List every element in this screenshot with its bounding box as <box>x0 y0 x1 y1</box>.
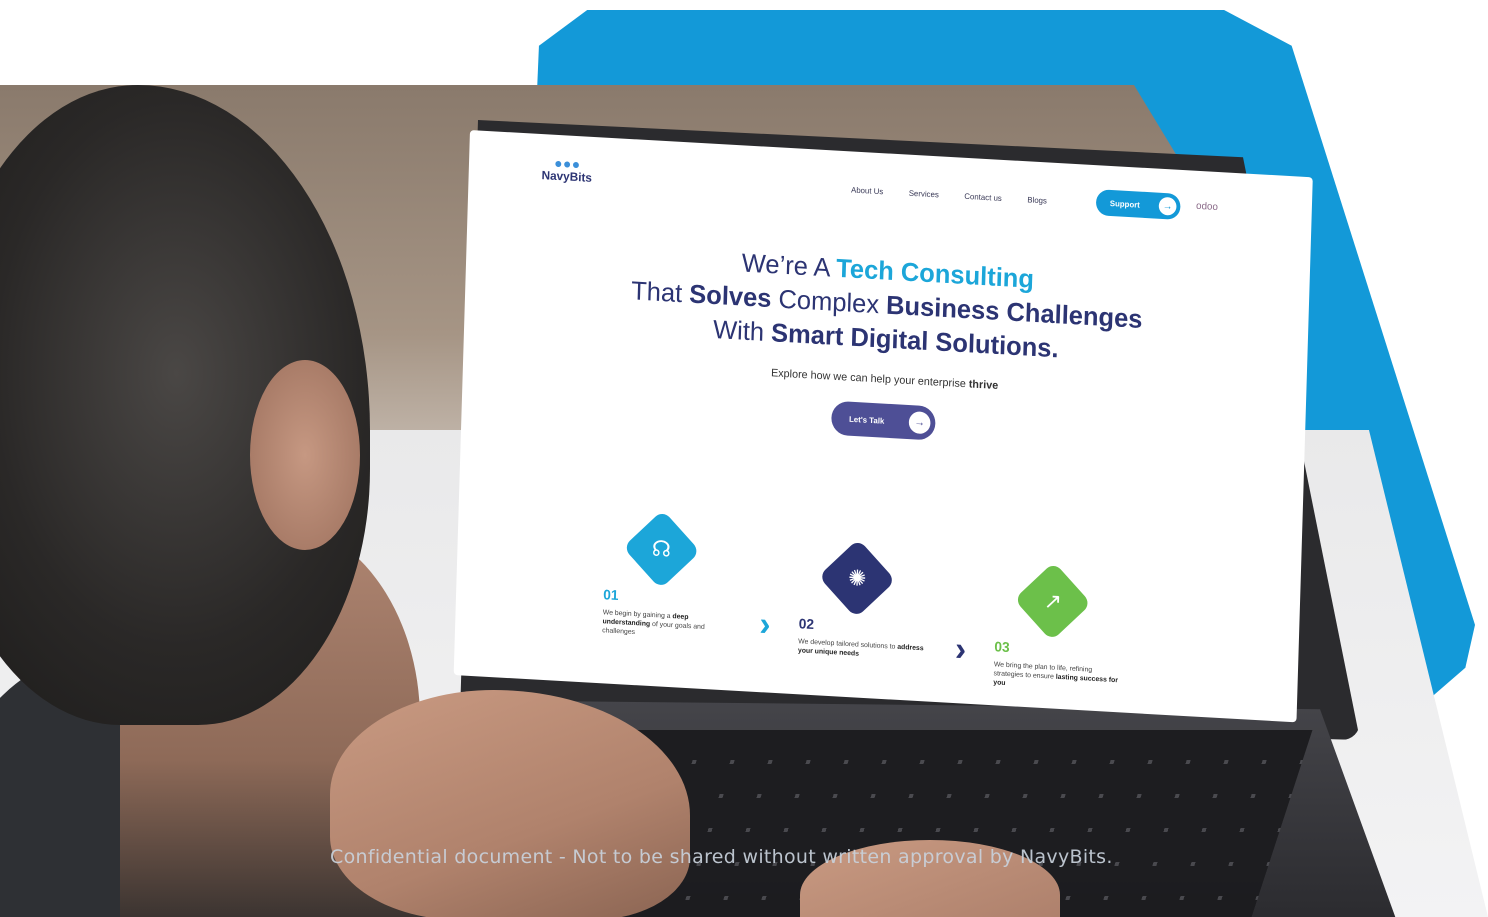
bulb-icon: ✺ <box>818 538 896 619</box>
arrow-right-icon: → <box>908 411 931 435</box>
step-description: We begin by gaining a deep understanding… <box>602 609 705 637</box>
step-01: ☊ 01 We begin by gaining a deep understa… <box>602 509 753 643</box>
step-number: 01 <box>603 586 619 604</box>
step-description: We bring the plan to life, refining stra… <box>993 661 1119 687</box>
hero-bold-text: Solves <box>688 278 772 314</box>
hero-section: We’re A Tech Consulting That Solves Comp… <box>461 230 1309 461</box>
person-ear <box>250 360 360 550</box>
nav-link-contact[interactable]: Contact us <box>964 192 1002 203</box>
hero-text: That <box>630 275 690 309</box>
confidential-notice: Confidential document - Not to be shared… <box>330 846 1113 868</box>
step-03: ↗ 03 We bring the plan to life, refining… <box>993 561 1144 695</box>
growth-chart-icon: ↗ <box>1013 561 1092 642</box>
hero-subtitle-bold: thrive <box>968 378 999 393</box>
hero-text: Complex <box>771 283 887 320</box>
logo-text: NavyBits <box>541 168 593 185</box>
step-number: 03 <box>994 638 1010 656</box>
chevron-right-icon: › <box>758 605 772 644</box>
nav-links: About Us Services Contact us Blogs <box>851 185 1047 205</box>
chevron-right-icon: › <box>954 630 967 669</box>
step-description: We develop tailored solutions to address… <box>797 638 924 658</box>
hero-text: With <box>712 313 772 348</box>
support-button-label: Support <box>1109 198 1141 210</box>
support-button[interactable]: Support → <box>1095 189 1181 220</box>
navybits-logo[interactable]: NavyBits <box>532 160 602 204</box>
step-number: 02 <box>798 615 815 633</box>
lets-talk-button[interactable]: Let's Talk → <box>830 400 936 441</box>
odoo-logo[interactable]: odoo <box>1196 201 1218 213</box>
hero-text: We’re A <box>741 247 837 283</box>
nav-link-blogs[interactable]: Blogs <box>1027 195 1047 205</box>
process-steps: ☊ 01 We begin by gaining a deep understa… <box>601 509 1233 703</box>
laptop-screen: NavyBits About Us Services Contact us Bl… <box>453 130 1313 723</box>
lets-talk-label: Let's Talk <box>848 414 885 426</box>
nav-link-about[interactable]: About Us <box>851 185 884 196</box>
step-02: ✺ 02 We develop tailored solutions to ad… <box>797 538 948 663</box>
nav-link-services[interactable]: Services <box>909 189 939 200</box>
arrow-right-icon: → <box>1158 196 1177 216</box>
hero-subtitle-text: Explore how we can help your enterprise <box>770 367 969 391</box>
headset-icon: ☊ <box>622 509 701 590</box>
